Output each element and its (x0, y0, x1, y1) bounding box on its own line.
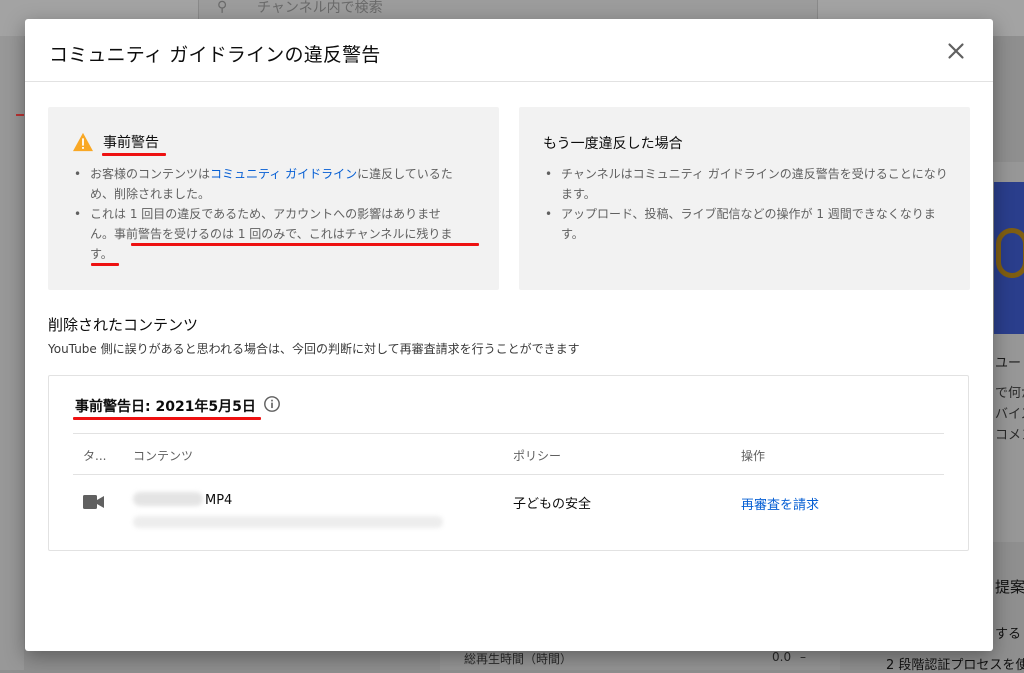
background-sidebar (0, 36, 24, 670)
list-item: チャンネルはコミュニティ ガイドラインの違反警告を受けることになります。 (543, 164, 953, 204)
background-text: バイス (995, 407, 1024, 422)
close-icon (948, 43, 964, 59)
column-header-action: 操作 (741, 449, 766, 463)
info-icon[interactable] (263, 395, 281, 413)
highlight-underline (102, 153, 166, 156)
repeat-violation-card: もう一度違反した場合 チャンネルはコミュニティ ガイドラインの違反警告を受けるこ… (519, 107, 970, 290)
highlight-underline (73, 417, 261, 420)
table-divider (73, 474, 944, 475)
video-camera-icon (83, 495, 104, 509)
appeal-link[interactable]: 再審査を請求 (741, 494, 819, 513)
removed-content-title: 削除されたコンテンツ (48, 316, 199, 334)
community-guidelines-link[interactable]: コミュニティ ガイドライン (210, 167, 357, 181)
warning-icon (73, 132, 93, 152)
strike-date: 事前警告日: 2021年5月5日 (75, 399, 256, 415)
background-text: する (995, 627, 1022, 642)
repeat-heading: もう一度違反した場合 (543, 136, 683, 152)
list-item: これは 1 回目の違反であるため、アカウントへの影響はありませ ん。事前警告を受… (72, 204, 482, 264)
highlight-underline (91, 263, 119, 266)
dialog-title: コミュニティ ガイドラインの違反警告 (49, 44, 381, 66)
background-text: で何か (995, 386, 1024, 401)
background-stat-dash: – (800, 650, 806, 664)
redacted-details (133, 516, 443, 528)
table-divider (73, 433, 944, 434)
column-header-policy: ポリシー (513, 449, 562, 463)
background-text: コメン (995, 428, 1024, 443)
file-extension: MP4 (205, 493, 233, 508)
warning-card: 事前警告 お客様のコンテンツはコミュニティ ガイドラインに違反しているため、削除… (48, 107, 499, 290)
repeat-bullets: チャンネルはコミュニティ ガイドラインの違反警告を受けることになります。 アップ… (543, 164, 953, 244)
background-stat-label: 総再生時間（時間） (464, 652, 573, 666)
bullet-text: これは 1 回目の違反であるため、アカウントへの影響はありませ (90, 207, 441, 221)
list-item: アップロード、投稿、ライブ配信などの操作が 1 週間できなくなります。 (543, 204, 953, 244)
warning-heading: 事前警告 (103, 135, 159, 151)
background-text: ユー (995, 356, 1022, 371)
background-search-placeholder: チャンネル内で検索 (257, 0, 383, 16)
bullet-text: お客様のコンテンツは (90, 167, 211, 181)
warning-bullets: お客様のコンテンツはコミュニティ ガイドラインに違反しているため、削除されました… (72, 164, 482, 264)
bullet-text: ん。事前警告を受けるのは 1 回のみで、これはチャンネルに残りま (90, 227, 453, 241)
dialog-header: コミュニティ ガイドラインの違反警告 (25, 19, 993, 82)
policy-cell: 子どもの安全 (513, 497, 592, 512)
column-header-type: タ... (83, 449, 107, 463)
background-promo-image (994, 182, 1024, 334)
removed-content-box: 事前警告日: 2021年5月5日 タ... コンテンツ ポリシー 操作 MP4 … (48, 375, 969, 551)
background-text: 提案 (995, 578, 1024, 596)
background-stat-value: 0.0 (772, 650, 792, 664)
list-item: お客様のコンテンツはコミュニティ ガイドラインに違反しているため、削除されました… (72, 164, 482, 204)
strike-dialog: コミュニティ ガイドラインの違反警告 事前警告 お客様のコンテンツはコミュニティ… (25, 19, 993, 651)
redacted-filename (133, 492, 203, 506)
background-text: 2 段階認証プロセスを使 (886, 658, 1024, 673)
close-button[interactable] (943, 38, 969, 64)
column-header-content: コンテンツ (133, 449, 194, 463)
search-icon: ⚲ (217, 0, 228, 15)
background-sidebar-indicator (16, 114, 24, 116)
bullet-text: す。 (90, 247, 113, 261)
removed-content-subtitle: YouTube 側に誤りがあると思われる場合は、今回の判断に対して再審査請求を行… (48, 342, 580, 356)
highlight-underline (131, 243, 479, 246)
